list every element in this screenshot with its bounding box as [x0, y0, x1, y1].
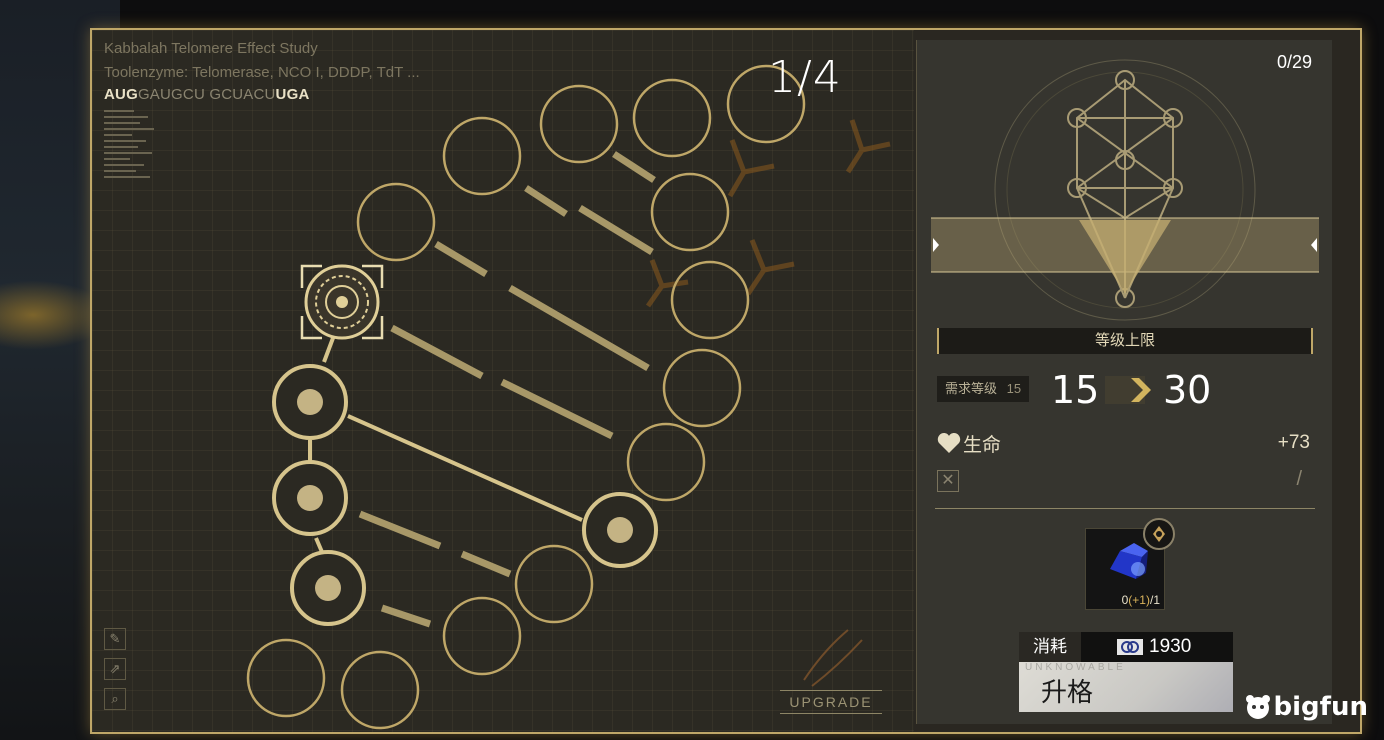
main-panel: Kabbalah Telomere Effect Study Toolenzym… — [90, 28, 1362, 734]
level-to: 30 — [1163, 368, 1212, 412]
divider — [935, 508, 1315, 509]
helix-area: Kabbalah Telomere Effect Study Toolenzym… — [92, 30, 914, 732]
item-rank-badge — [1143, 518, 1175, 550]
arrow-right-icon — [1105, 376, 1151, 404]
rank-emblem-icon — [1153, 526, 1165, 542]
stat-name: 生命 — [963, 435, 1002, 456]
heart-icon — [937, 433, 961, 453]
background-star-decoration — [645, 119, 891, 308]
level-cap-header: 等级上限 — [937, 328, 1313, 354]
upgrade-details-panel: 0/29 等级上限 需求等级 15 15 30 生命 +73 ✕ / 0(+1)… — [916, 40, 1332, 724]
material-count-required: /1 — [1149, 593, 1160, 607]
upgrade-tag: UPGRADE — [780, 690, 882, 714]
material-count-bonus: (+1) — [1128, 593, 1150, 607]
ascend-button-label: 升格 — [1041, 677, 1094, 707]
selected-helix-node[interactable] — [300, 264, 384, 340]
required-level-badge: 需求等级 15 — [937, 376, 1030, 402]
cost-label: 消耗 — [1019, 632, 1081, 662]
cost-bar: 消耗 1930 — [1019, 632, 1233, 662]
bigfun-logo-icon — [1246, 695, 1270, 719]
watermark-logo: bigfun — [1273, 692, 1368, 722]
required-level-label: 需求等级 — [945, 381, 998, 396]
level-from: 15 — [1051, 368, 1100, 412]
stat-slash: / — [1296, 468, 1302, 490]
close-icon: ✕ — [937, 470, 959, 492]
material-count: 0(+1)/1 — [1122, 593, 1160, 607]
progress-counter: 0/29 — [1276, 52, 1312, 72]
required-level-value: 15 — [1006, 381, 1022, 396]
helix-backbone — [308, 329, 583, 553]
magnifier-icon[interactable]: ⌕ — [104, 688, 126, 710]
page-counter: 1/4 — [768, 52, 842, 103]
dna-icon — [803, 629, 863, 687]
cost-value: 1930 — [1149, 636, 1192, 657]
helix-active-nodes — [272, 364, 658, 626]
side-tool-icons: ✎ ⇗ ⌕ — [104, 628, 128, 718]
stat-value: +73 — [1277, 432, 1310, 453]
currency-icon — [1117, 639, 1143, 655]
pen-icon[interactable]: ✎ — [104, 628, 126, 650]
sephirot-tree-icon — [931, 59, 1319, 321]
ascend-button[interactable]: UNKNOWABLE 升格 — [1019, 662, 1233, 712]
share-icon[interactable]: ⇗ — [104, 658, 126, 680]
helix-diagram — [246, 64, 891, 730]
